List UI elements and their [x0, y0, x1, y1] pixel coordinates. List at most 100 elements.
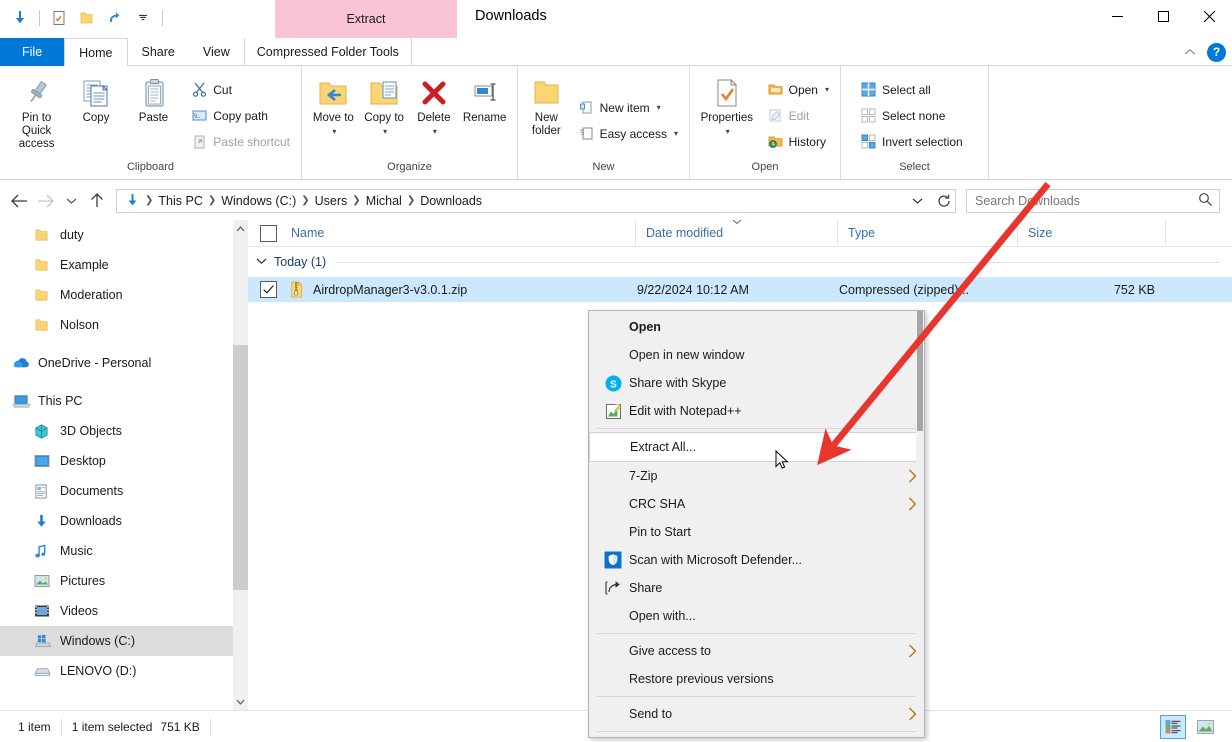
- tree-item-nolson[interactable]: Nolson: [0, 310, 233, 340]
- tree-item-this-pc[interactable]: This PC: [0, 386, 233, 416]
- context-menu-item-pin-to-start[interactable]: Pin to Start: [589, 518, 924, 546]
- chevron-down-icon-2[interactable]: ▾: [383, 125, 387, 138]
- downloads-icon[interactable]: [8, 6, 32, 30]
- tree-item-windows-c[interactable]: Windows (C:): [0, 626, 233, 656]
- history-button[interactable]: History: [762, 129, 834, 155]
- chevron-down-icon-7[interactable]: ▾: [825, 85, 829, 94]
- recent-locations-button[interactable]: [58, 188, 84, 214]
- context-menu-item-crc-sha[interactable]: CRC SHA: [589, 490, 924, 518]
- collapse-ribbon-icon[interactable]: [1181, 43, 1199, 61]
- edit-button[interactable]: Edit: [762, 103, 834, 129]
- help-icon[interactable]: ?: [1207, 43, 1226, 62]
- pin-to-quick-access-button[interactable]: Pin to Quick access: [6, 70, 67, 161]
- context-menu-scrollbar-thumb[interactable]: [917, 311, 923, 431]
- chevron-down-icon-6[interactable]: ▾: [726, 125, 730, 138]
- tree-item-duty[interactable]: duty: [0, 220, 233, 250]
- back-button[interactable]: [6, 188, 32, 214]
- column-header-date-modified[interactable]: Date modified: [636, 220, 838, 247]
- select-none-button[interactable]: Select none: [855, 103, 968, 129]
- scroll-down-icon[interactable]: [233, 693, 248, 710]
- scroll-up-icon[interactable]: [233, 220, 248, 237]
- context-menu-item-open[interactable]: Open: [589, 313, 924, 341]
- properties-icon[interactable]: [47, 6, 71, 30]
- tree-item-pictures[interactable]: Pictures: [0, 566, 233, 596]
- copy-button[interactable]: Copy: [67, 70, 125, 161]
- maximize-button[interactable]: [1140, 0, 1186, 32]
- breadcrumb-michal[interactable]: Michal: [362, 194, 406, 208]
- context-menu-scrollbar[interactable]: [916, 311, 924, 737]
- breadcrumb-sep-2[interactable]: ❯: [300, 195, 310, 206]
- properties-button[interactable]: Properties ▾: [696, 70, 758, 161]
- context-menu-item-open-in-new-window[interactable]: Open in new window: [589, 341, 924, 369]
- chevron-down-icon-4[interactable]: ▾: [657, 103, 661, 112]
- chevron-down-icon-3[interactable]: ▾: [433, 125, 437, 138]
- up-button[interactable]: [84, 188, 110, 214]
- tab-share[interactable]: Share: [128, 38, 189, 66]
- context-menu-item-restore-previous-versions[interactable]: Restore previous versions: [589, 665, 924, 693]
- tree-item-downloads[interactable]: Downloads: [0, 506, 233, 536]
- context-menu-item-scan-with-defender[interactable]: Scan with Microsoft Defender...: [589, 546, 924, 574]
- chevron-down-icon-address[interactable]: [906, 197, 928, 205]
- invert-selection-button[interactable]: Invert selection: [855, 129, 968, 155]
- tree-item-music[interactable]: Music: [0, 536, 233, 566]
- copy-path-button[interactable]: \\.. Copy path: [186, 103, 295, 129]
- new-folder-icon[interactable]: [75, 6, 99, 30]
- tab-view[interactable]: View: [189, 38, 244, 66]
- breadcrumb[interactable]: ❯ This PC ❯ Windows (C:) ❯ Users ❯ Micha…: [116, 189, 933, 213]
- refresh-button[interactable]: [932, 189, 956, 213]
- breadcrumb-sep-1[interactable]: ❯: [207, 195, 217, 206]
- context-menu-item-extract-all[interactable]: Extract All...: [589, 432, 924, 462]
- delete-button[interactable]: Delete ▾: [410, 70, 459, 161]
- breadcrumb-this-pc[interactable]: This PC: [154, 194, 206, 208]
- navigation-scrollbar[interactable]: [233, 220, 248, 710]
- context-menu-item-send-to[interactable]: Send to: [589, 700, 924, 728]
- select-all-button[interactable]: Select all: [855, 77, 968, 103]
- context-menu-item-7-zip[interactable]: 7-Zip: [589, 462, 924, 490]
- large-icons-view-button[interactable]: [1192, 715, 1218, 739]
- new-folder-button[interactable]: New folder: [524, 70, 569, 161]
- paste-button[interactable]: Paste: [125, 70, 183, 161]
- tree-item-documents[interactable]: Documents: [0, 476, 233, 506]
- breadcrumb-downloads[interactable]: Downloads: [416, 194, 486, 208]
- cut-button[interactable]: Cut: [186, 77, 295, 103]
- select-all-checkbox[interactable]: [260, 225, 277, 242]
- context-menu-item-share-with-skype[interactable]: S Share with Skype: [589, 369, 924, 397]
- new-item-button[interactable]: New item ▾: [573, 95, 683, 121]
- breadcrumb-windows-c[interactable]: Windows (C:): [217, 194, 300, 208]
- open-button[interactable]: Open ▾: [762, 77, 834, 103]
- tree-item-videos[interactable]: Videos: [0, 596, 233, 626]
- breadcrumb-sep-3[interactable]: ❯: [351, 195, 361, 206]
- tree-item-example[interactable]: Example: [0, 250, 233, 280]
- paste-shortcut-button[interactable]: Paste shortcut: [186, 129, 295, 155]
- scrollbar-thumb[interactable]: [233, 345, 248, 590]
- move-to-button[interactable]: Move to ▾: [308, 70, 359, 161]
- column-header-type[interactable]: Type: [838, 220, 1018, 247]
- row-checkbox[interactable]: [260, 281, 277, 298]
- minimize-button[interactable]: [1094, 0, 1140, 32]
- column-header-size[interactable]: Size: [1018, 220, 1166, 247]
- tab-compressed-folder-tools[interactable]: Compressed Folder Tools: [244, 38, 412, 66]
- context-menu-item-give-access-to[interactable]: Give access to: [589, 637, 924, 665]
- table-row[interactable]: AirdropManager3-v3.0.1.zip 9/22/2024 10:…: [248, 277, 1232, 302]
- context-menu-item-edit-with-notepadpp[interactable]: Edit with Notepad++: [589, 397, 924, 425]
- tree-item-desktop[interactable]: Desktop: [0, 446, 233, 476]
- copy-to-button[interactable]: Copy to ▾: [359, 70, 410, 161]
- group-header-today[interactable]: Today (1): [248, 247, 1232, 277]
- breadcrumb-sep-4[interactable]: ❯: [406, 195, 416, 206]
- close-button[interactable]: [1186, 0, 1232, 32]
- tree-item-moderation[interactable]: Moderation: [0, 280, 233, 310]
- rename-button[interactable]: Rename: [458, 70, 511, 161]
- tab-home[interactable]: Home: [64, 38, 127, 67]
- details-view-button[interactable]: [1160, 715, 1186, 739]
- context-menu-item-share[interactable]: Share: [589, 574, 924, 602]
- search-icon[interactable]: [1198, 192, 1213, 210]
- chevron-down-icon[interactable]: ▾: [332, 125, 336, 138]
- column-header-name[interactable]: Name: [248, 220, 636, 247]
- search-box[interactable]: [966, 189, 1220, 213]
- easy-access-button[interactable]: Easy access ▾: [573, 121, 683, 147]
- search-input[interactable]: [973, 193, 1198, 209]
- chevron-down-icon-5[interactable]: ▾: [674, 129, 678, 138]
- chevron-down-icon-group[interactable]: [256, 257, 274, 268]
- context-menu-item-open-with[interactable]: Open with...: [589, 602, 924, 630]
- tree-item-onedrive[interactable]: OneDrive - Personal: [0, 348, 233, 378]
